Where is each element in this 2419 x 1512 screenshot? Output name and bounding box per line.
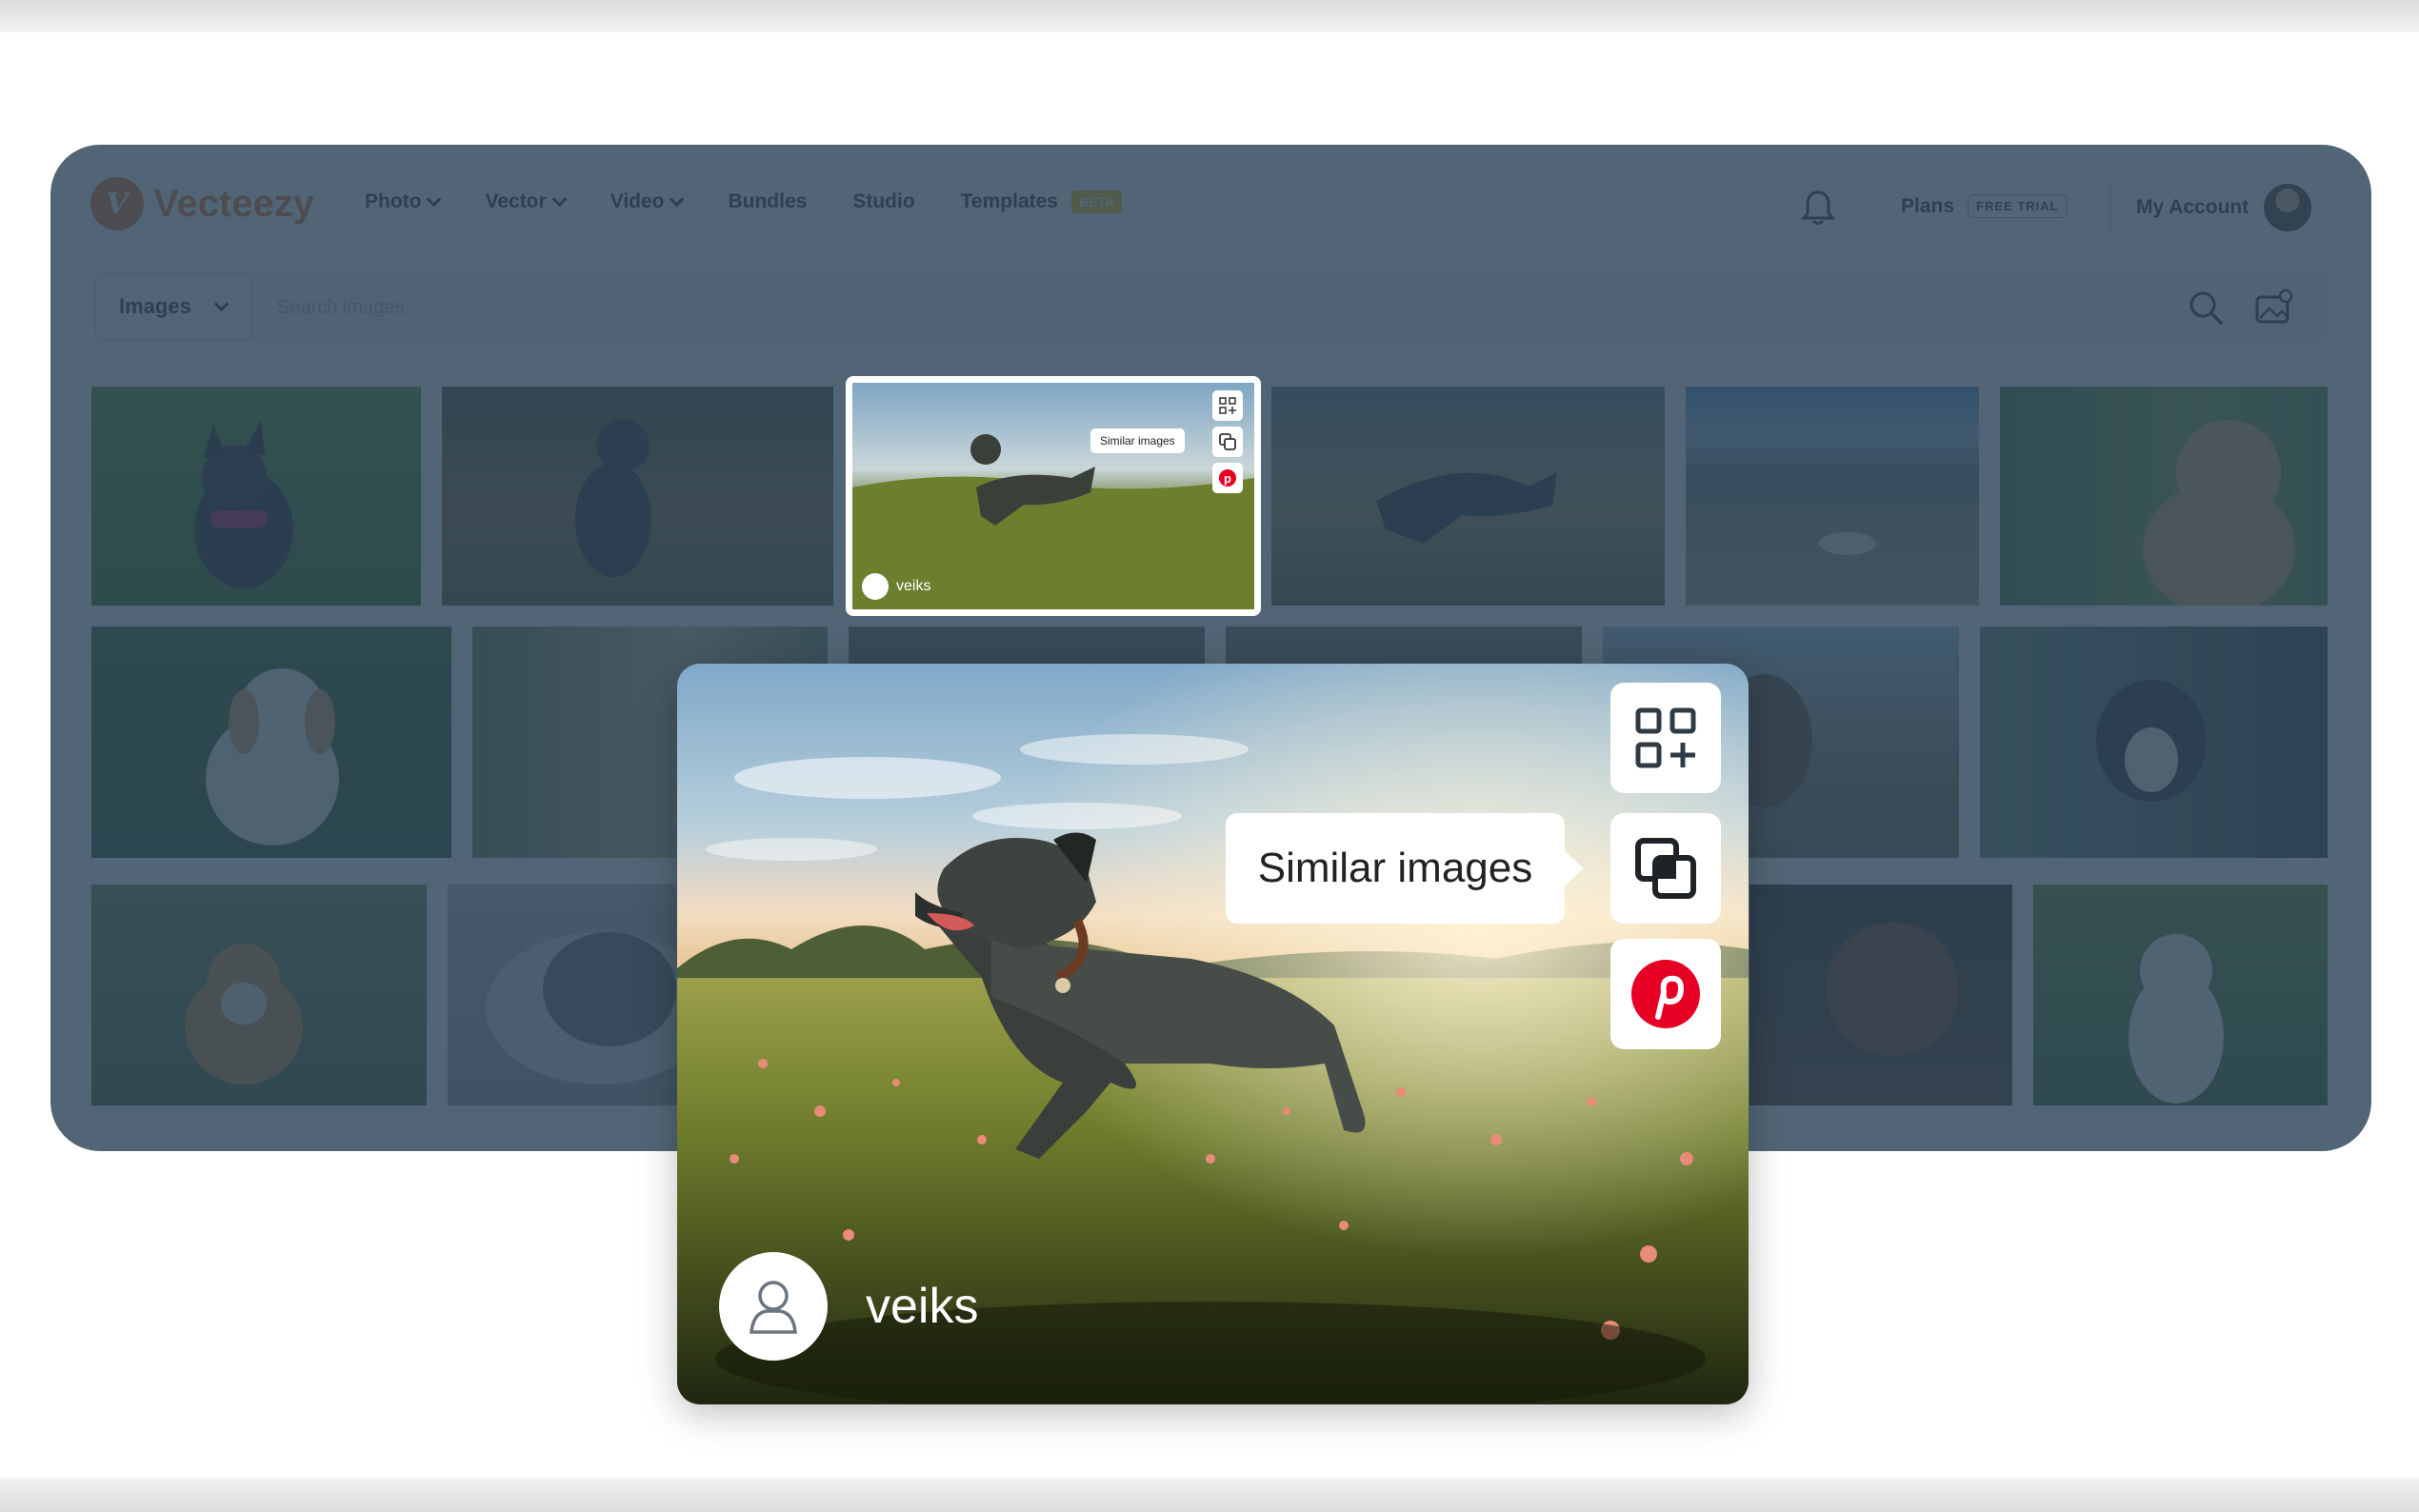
top-edge <box>0 0 2419 32</box>
collection-add-button[interactable] <box>1610 683 1721 793</box>
similar-images-button[interactable] <box>1610 813 1721 924</box>
nav-item-bundles[interactable]: Bundles <box>728 190 807 213</box>
image-thumb[interactable] <box>91 885 427 1105</box>
author-info[interactable]: veiks <box>862 573 930 600</box>
my-account-button[interactable]: My Account <box>2109 181 2312 234</box>
top-nav: V Vecteezy Photo Vector Video Bundles St… <box>50 145 2371 269</box>
nav-item-vector[interactable]: Vector <box>485 190 567 213</box>
dog-photo <box>1826 923 1959 1056</box>
similar-images-tooltip: Similar images <box>1226 813 1584 924</box>
user-avatar-icon <box>750 1281 797 1334</box>
image-thumb[interactable] <box>1686 387 1979 606</box>
collection-add-icon <box>1635 707 1696 768</box>
zoomed-image-card[interactable]: Similar images veiks <box>677 664 1749 1404</box>
image-thumb[interactable] <box>2000 387 2328 606</box>
dog-photo <box>206 668 339 846</box>
dog-photo <box>2143 420 2295 606</box>
pinterest-icon <box>1631 960 1700 1028</box>
nav-item-video[interactable]: Video <box>610 190 685 213</box>
highlighted-image-thumb[interactable]: Similar images p veiks <box>846 376 1261 616</box>
image-thumb[interactable] <box>91 627 451 858</box>
vecteezy-logo-icon: V <box>90 177 144 230</box>
beta-badge: BETA <box>1070 190 1123 213</box>
nav-item-templates[interactable]: Templates BETA <box>961 190 1123 213</box>
chevron-down-icon <box>213 296 230 311</box>
chevron-down-icon <box>427 191 442 207</box>
dog-photo <box>2129 934 2224 1104</box>
nav-item-studio[interactable]: Studio <box>852 190 914 213</box>
logo[interactable]: V Vecteezy <box>90 177 314 230</box>
avatar <box>2264 184 2312 231</box>
search-icon[interactable] <box>2188 289 2224 326</box>
similar-images-icon <box>1635 838 1696 899</box>
dog-photo <box>185 944 303 1084</box>
free-trial-badge: FREE TRIAL <box>1968 194 2068 218</box>
dog-photo <box>1376 472 1557 544</box>
logo-text: Vecteezy <box>153 182 315 225</box>
pinterest-button[interactable] <box>1610 939 1721 1049</box>
image-thumb[interactable] <box>1271 387 1665 606</box>
image-thumb[interactable] <box>2033 885 2328 1105</box>
chevron-down-icon <box>670 191 685 207</box>
similar-images-tooltip: Similar images <box>1090 428 1185 453</box>
search-input[interactable] <box>275 289 1708 326</box>
bottom-edge <box>0 1478 2419 1512</box>
dog-photo <box>194 421 293 588</box>
author-info[interactable]: veiks <box>719 1252 978 1361</box>
pinterest-icon[interactable]: p <box>1212 463 1243 493</box>
image-thumb[interactable] <box>1749 885 2012 1105</box>
author-name: veiks <box>866 1279 979 1334</box>
nav-item-photo[interactable]: Photo <box>365 190 442 213</box>
image-search-icon[interactable] <box>2254 288 2294 326</box>
dog-photo <box>1819 532 1876 555</box>
avatar <box>719 1252 828 1361</box>
nav-menu: Photo Vector Video Bundles Studio Templa… <box>365 190 1123 213</box>
plans-link[interactable]: Plans FREE TRIAL <box>1901 194 2068 218</box>
svg-text:p: p <box>1224 471 1231 486</box>
dog-photo <box>575 419 651 577</box>
user-avatar-icon <box>862 573 889 600</box>
dog-photo <box>2096 680 2207 802</box>
collection-add-icon[interactable] <box>1212 390 1243 421</box>
image-thumb[interactable] <box>1980 627 2328 858</box>
chevron-down-icon <box>551 191 567 207</box>
image-thumb[interactable] <box>442 387 833 606</box>
bell-icon[interactable] <box>1801 189 1835 227</box>
search-type-select[interactable]: Images <box>94 272 252 341</box>
image-thumb[interactable] <box>91 387 421 606</box>
similar-images-icon[interactable] <box>1212 427 1243 457</box>
search-bar: Images <box>94 272 2328 341</box>
